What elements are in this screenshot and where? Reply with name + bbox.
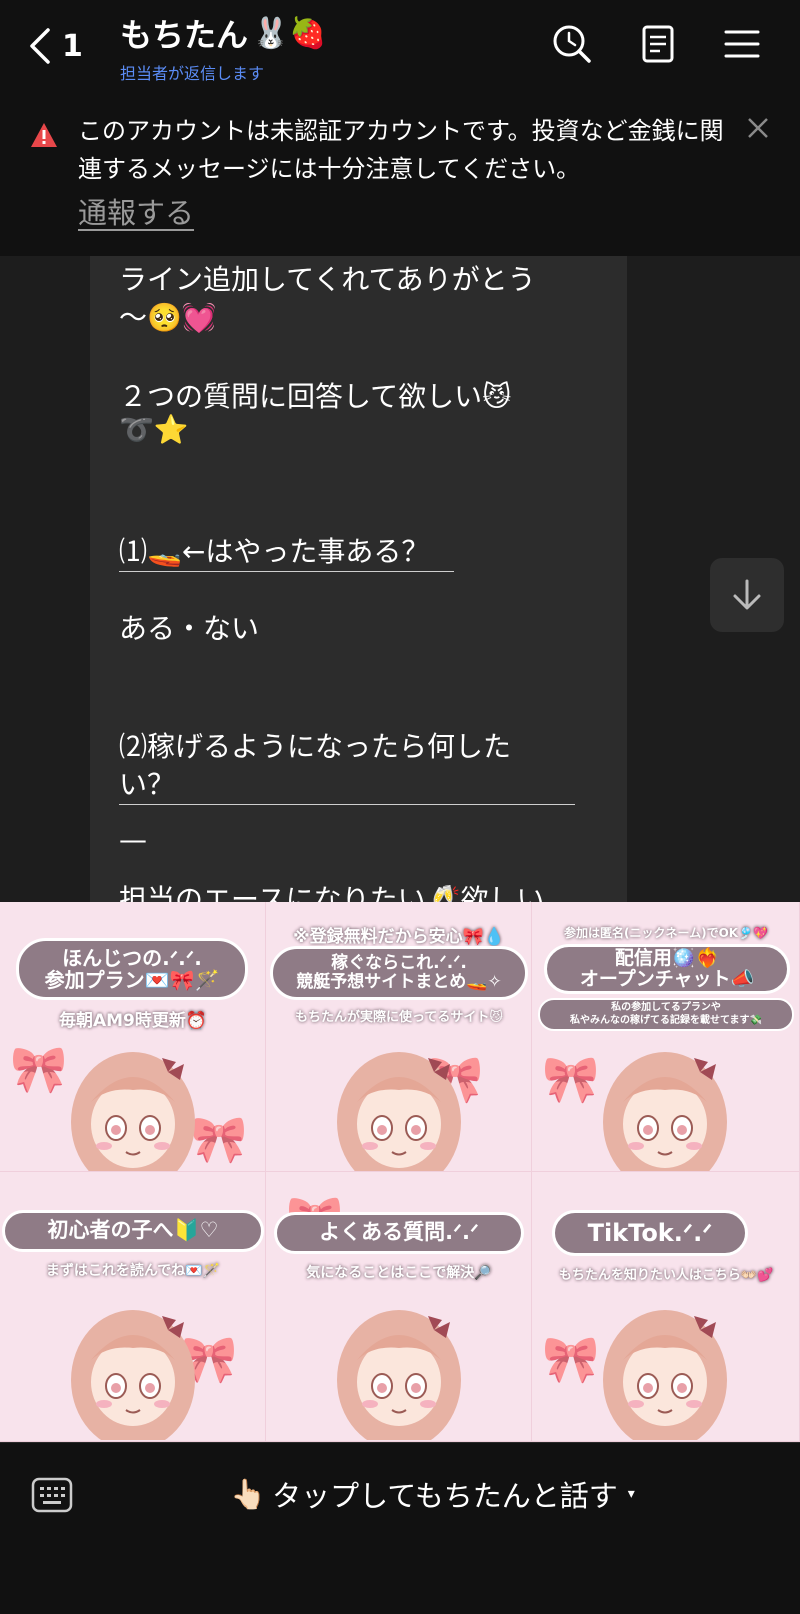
chevron-left-icon: [30, 28, 50, 64]
rich-menu-item-faq[interactable]: 🎀 よくある質問.ᐟ.ᐟ 気になることはここで解決🔎: [266, 1172, 532, 1442]
message-line: 担当のエースになりたい🥂欲しい: [119, 883, 545, 902]
message-line: 〜🥺💓: [119, 301, 217, 334]
menu-caption: 毎朝AM9時更新⏰: [58, 1011, 208, 1031]
menu-pill-label: 配信用🪩❤️‍🔥 オープンチャット📣: [544, 944, 790, 994]
chat-area[interactable]: [0, 256, 800, 902]
rich-menu-item-beginners[interactable]: 🎀 初心者の子へ🔰♡ まずはこれを読んでね💌🪄: [0, 1172, 266, 1442]
menu-caption: もちたんが実際に使ってるサイト😼: [295, 1010, 503, 1025]
chat-title-area[interactable]: もちたん 🐰🍓 担当者が返信します: [120, 10, 327, 84]
notes-button[interactable]: [636, 22, 680, 66]
menu-caption: まずはこれを読んでね💌🪄: [45, 1263, 221, 1279]
unread-count: 1: [62, 28, 83, 64]
report-link[interactable]: 通報する: [78, 190, 194, 232]
scroll-down-button[interactable]: [710, 558, 784, 632]
character-illustration: [337, 1052, 461, 1171]
character-illustration: [603, 1310, 727, 1440]
pointing-hand-icon: 👆🏻: [230, 1476, 267, 1511]
chat-header: 1 もちたん 🐰🍓 担当者が返信します: [0, 0, 800, 96]
menu-pill-label: ほんじつの.ᐟ.ᐟ. 参加プラン💌🎀🪄: [16, 938, 248, 1000]
hamburger-icon: [724, 30, 760, 58]
menu-caption: 私の参加してるプランや 私やみんなの稼げてる記録を載せてます💸: [538, 998, 794, 1031]
rich-menu: 🎀 🎀 ほんじつの.ᐟ.ᐟ. 参加プラン💌🎀🪄 毎朝AM9時更新⏰ 🎀 ※登録無…: [0, 902, 800, 1442]
search-button[interactable]: [550, 22, 594, 66]
message-line: —: [119, 823, 147, 856]
caret-down-icon: ▾: [627, 1486, 635, 1502]
warning-icon: [31, 123, 57, 147]
message-line: ➰⭐: [119, 413, 189, 446]
rich-menu-item-tiktok[interactable]: 🎀 TikTok.ᐟ.ᐟ もちたんを知りたい人はこちら👐🏻💕: [532, 1172, 800, 1442]
message-line: ある・ない: [119, 612, 260, 645]
rich-menu-toggle[interactable]: 👆🏻 タップしてもちたんと話す ▾: [230, 1473, 635, 1515]
message-line: い？: [119, 768, 176, 801]
rich-menu-item-prediction-sites[interactable]: 🎀 ※登録無料だから安心🎀💧 稼ぐならこれ.ᐟ.ᐟ. 競艇予想サイトまとめ🚤✧ …: [266, 902, 532, 1172]
menu-pill-label: 初心者の子へ🔰♡: [2, 1210, 264, 1252]
rich-menu-item-plan[interactable]: 🎀 🎀 ほんじつの.ᐟ.ᐟ. 参加プラン💌🎀🪄 毎朝AM9時更新⏰: [0, 902, 266, 1172]
underline: [119, 571, 454, 572]
menu-button[interactable]: [720, 22, 764, 66]
message-line: ライン追加してくれてありがとう: [119, 263, 536, 296]
chat-title-text: もちたん: [120, 16, 249, 54]
menu-caption: もちたんを知りたい人はこちら👐🏻💕: [558, 1268, 774, 1283]
menu-pill-label: 稼ぐならこれ.ᐟ.ᐟ. 競艇予想サイトまとめ🚤✧: [270, 946, 528, 1000]
message-line: ２つの質問に回答して欲しい😼: [119, 380, 512, 413]
underline: [119, 804, 575, 805]
message-line-question-2: ⑵稼げるようになったら何した: [119, 730, 512, 763]
message-bubble: [90, 256, 627, 902]
title-emoji: 🐰🍓: [252, 15, 327, 51]
bottom-bar: 👆🏻 タップしてもちたんと話す ▾: [0, 1442, 800, 1614]
character-illustration: [337, 1310, 461, 1440]
close-icon[interactable]: [745, 115, 771, 141]
character-illustration: [71, 1052, 195, 1171]
arrow-down-icon: [733, 579, 761, 610]
menu-caption: 気になることはここで解決🔎: [306, 1265, 492, 1281]
chat-title: もちたん 🐰🍓: [120, 10, 327, 56]
keyboard-icon[interactable]: [30, 1473, 74, 1517]
notes-icon: [642, 25, 674, 63]
menu-pill-label: よくある質問.ᐟ.ᐟ: [274, 1212, 524, 1254]
chat-subtitle: 担当者が返信します: [120, 64, 265, 83]
rich-menu-toggle-label: タップしてもちたんと話す: [272, 1479, 618, 1513]
warning-text: このアカウントは未認証アカウントです。投資など金銭に関連するメッセージには十分注…: [78, 117, 724, 183]
menu-top-text: ※登録無料だから安心🎀💧: [293, 927, 505, 947]
menu-top-text: 参加は匿名(ニックネーム)でOK🎐💖: [564, 926, 768, 940]
character-illustration: [603, 1052, 727, 1171]
message-line-question-1: ⑴🚤←はやった事ある？: [119, 535, 430, 568]
menu-pill-label: TikTok.ᐟ.ᐟ: [552, 1210, 748, 1256]
rich-menu-item-open-chat[interactable]: 🎀 参加は匿名(ニックネーム)でOK🎐💖 配信用🪩❤️‍🔥 オープンチャット📣 …: [532, 902, 800, 1172]
search-clock-icon: [553, 25, 591, 63]
back-button[interactable]: 1: [26, 24, 96, 68]
character-illustration: [71, 1310, 195, 1440]
